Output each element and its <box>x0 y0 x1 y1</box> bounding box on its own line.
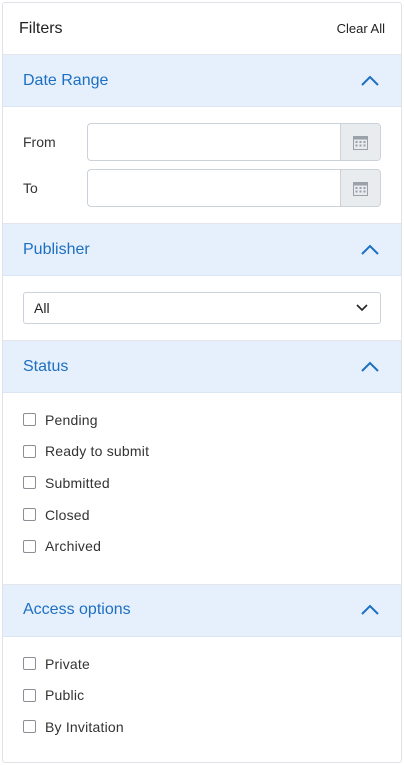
checkbox[interactable] <box>23 657 36 671</box>
from-date-field <box>87 123 381 161</box>
date-range-body: From To <box>3 107 401 224</box>
checkbox[interactable] <box>23 413 36 427</box>
access-option-private[interactable]: Private <box>23 648 381 680</box>
to-label: To <box>23 180 38 196</box>
publisher-selected-value: All <box>34 300 50 316</box>
publisher-body: All <box>3 276 401 341</box>
access-body: Private Public By Invitation <box>3 637 401 753</box>
access-option-label: Private <box>45 655 90 672</box>
publisher-title: Publisher <box>23 240 90 258</box>
date-range-title: Date Range <box>23 71 109 89</box>
access-options: Private Public By Invitation <box>23 648 381 743</box>
status-option-label: Ready to submit <box>45 443 150 460</box>
status-title: Status <box>23 357 69 375</box>
checkbox[interactable] <box>23 444 36 458</box>
access-option-by-invitation[interactable]: By Invitation <box>23 711 381 743</box>
status-option-label: Archived <box>45 538 102 555</box>
chevron-up-icon[interactable] <box>359 74 381 88</box>
status-option-archived[interactable]: Archived <box>23 530 381 562</box>
checkbox[interactable] <box>23 720 36 734</box>
status-options: Pending Ready to submit Submitted Closed… <box>23 404 381 562</box>
clear-all-button[interactable]: Clear All <box>337 21 385 36</box>
checkbox[interactable] <box>23 508 36 522</box>
access-option-label: By Invitation <box>45 718 124 735</box>
calendar-icon <box>353 135 368 150</box>
chevron-up-icon[interactable] <box>359 360 381 374</box>
date-range-section-header[interactable]: Date Range <box>3 55 401 107</box>
checkbox[interactable] <box>23 539 36 553</box>
filters-panel: Filters Clear All Date Range From To Pub… <box>2 2 402 763</box>
status-option-label: Closed <box>45 506 90 523</box>
from-row: From <box>23 123 381 161</box>
access-option-label: Public <box>45 687 85 704</box>
chevron-up-icon[interactable] <box>359 603 381 617</box>
checkbox[interactable] <box>23 688 36 702</box>
status-body: Pending Ready to submit Submitted Closed… <box>3 393 401 585</box>
checkbox[interactable] <box>23 476 36 490</box>
status-option-ready-to-submit[interactable]: Ready to submit <box>23 436 381 468</box>
publisher-section-header[interactable]: Publisher <box>3 224 401 276</box>
status-option-submitted[interactable]: Submitted <box>23 467 381 499</box>
from-label: From <box>23 134 56 150</box>
to-row: To <box>23 169 381 207</box>
filters-title: Filters <box>19 19 63 37</box>
chevron-up-icon[interactable] <box>359 243 381 257</box>
filters-header: Filters Clear All <box>3 3 401 55</box>
from-calendar-button[interactable] <box>340 124 380 160</box>
status-option-label: Submitted <box>45 474 110 491</box>
chevron-down-icon <box>356 304 368 312</box>
to-calendar-button[interactable] <box>340 170 380 206</box>
from-date-input[interactable] <box>88 124 340 160</box>
access-title: Access options <box>23 601 131 619</box>
access-option-public[interactable]: Public <box>23 680 381 712</box>
status-section-header[interactable]: Status <box>3 341 401 393</box>
publisher-select[interactable]: All <box>23 292 381 324</box>
to-date-field <box>87 169 381 207</box>
access-section-header[interactable]: Access options <box>3 584 401 637</box>
calendar-icon <box>353 181 368 196</box>
status-option-pending[interactable]: Pending <box>23 404 381 436</box>
status-option-closed[interactable]: Closed <box>23 499 381 531</box>
status-option-label: Pending <box>45 411 98 428</box>
to-date-input[interactable] <box>88 170 340 206</box>
